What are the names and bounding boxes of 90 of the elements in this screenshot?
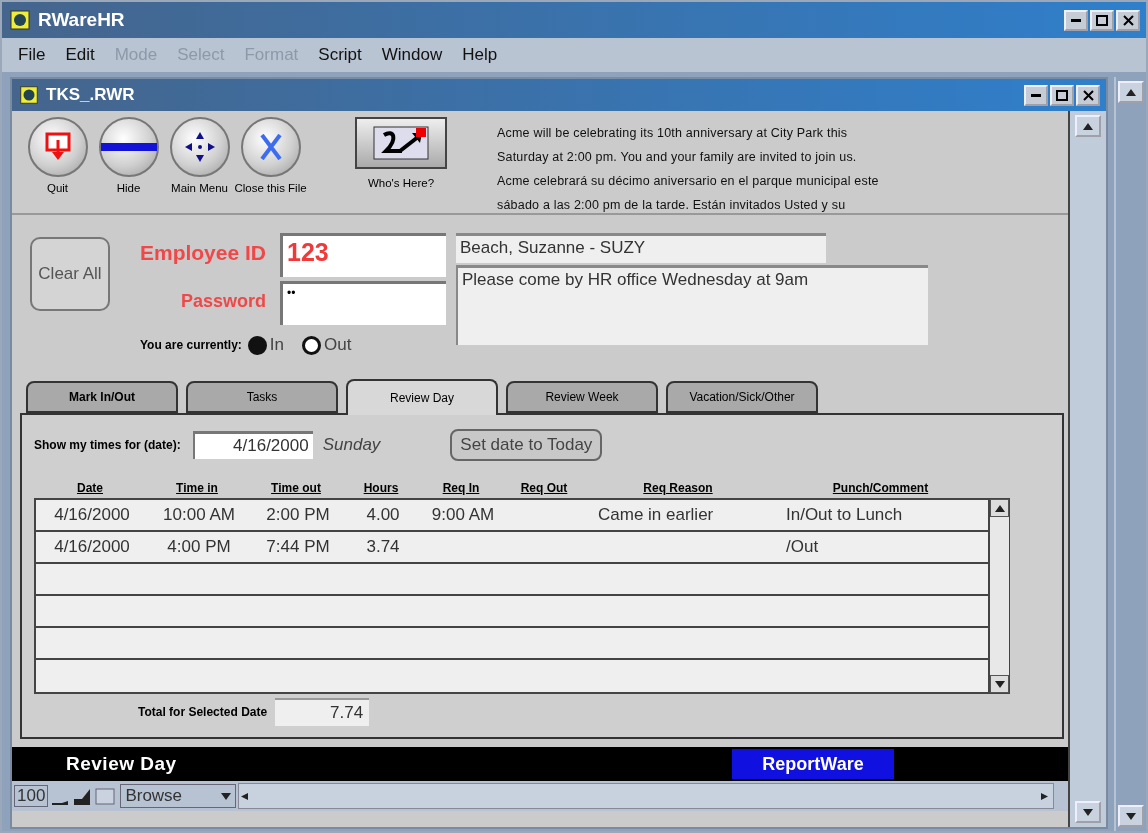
table-cell-text: 3.74 [365, 537, 401, 557]
close-icon [1122, 14, 1134, 26]
field-label: Password [180, 291, 266, 313]
scroll-right-icon [1041, 792, 1051, 800]
date-label: Show my times for (date): [34, 438, 181, 452]
column-header: Req Out [520, 481, 568, 495]
maximize-icon [1056, 89, 1068, 101]
tab[interactable]: Vacation/Sick/Other [666, 381, 818, 413]
column-header: Punch/Comment [832, 481, 929, 495]
horizontal-scrollbar[interactable] [238, 783, 1054, 809]
minimize-icon [1071, 18, 1081, 22]
app-logo-icon [8, 8, 32, 32]
close-button[interactable] [1076, 84, 1100, 106]
table-cell-text: 4/16/2000 [53, 537, 131, 557]
table-cell-text: 7:44 PM [265, 537, 331, 557]
minimize-button[interactable] [1064, 9, 1088, 31]
close-icon [259, 134, 282, 160]
document-logo-icon [18, 84, 40, 106]
column-header: Req In [442, 481, 480, 495]
mode-dropdown[interactable]: Browse [120, 784, 237, 808]
scroll-down-icon [994, 680, 1005, 688]
total-value: 7.74 [275, 698, 370, 726]
announcement-text: Acme will be celebrating its 10th anniversary at City Park this Saturday at 2:00 pm. You and your family are invited to join us. Acme celebrará su décimo aniversario en el parque municipal este sábado a las 2:00 pm de la tarde. Están invitados Usted y su [497, 125, 879, 214]
table-cell-text: 9:00 AM [430, 505, 496, 525]
tab[interactable]: Tasks [186, 381, 338, 413]
menu-item[interactable]: Window [381, 45, 443, 65]
maximize-button[interactable] [1090, 9, 1114, 31]
scroll-down-icon [1126, 812, 1136, 820]
column-header: Req Reason [643, 481, 713, 495]
tab[interactable]: Review Day [346, 379, 498, 415]
maximize-icon [1096, 14, 1108, 26]
table-cell-text: /Out [785, 537, 820, 557]
exit-arrow-icon [44, 132, 71, 162]
table-cell-text: 4.00 [365, 505, 401, 525]
vertical-scrollbar[interactable] [1068, 111, 1106, 827]
column-header: Time out [271, 481, 321, 495]
table-cell-text: Came in earlier [597, 505, 715, 525]
menu-item[interactable]: File [18, 45, 46, 65]
table-cell-text: 2:00 PM [265, 505, 331, 525]
maximize-button[interactable] [1050, 84, 1074, 106]
outer-scrollbar[interactable] [1114, 77, 1146, 831]
close-button[interactable] [1116, 9, 1140, 31]
status-label: You are currently: [140, 338, 242, 352]
whos-here-label: Who's Here? [366, 176, 436, 191]
four-arrows-icon [184, 132, 215, 162]
message-box: Please come by HR office Wednesday at 9am [456, 265, 928, 345]
scroll-up-icon [994, 504, 1005, 512]
view-title: Review Day [66, 753, 177, 775]
window-title: RWareHR [38, 9, 126, 31]
weekday-text: Sunday [322, 435, 381, 455]
scroll-down-icon [1083, 808, 1093, 816]
field-label: Employee ID [139, 241, 266, 266]
scroll-up-icon [1126, 88, 1136, 96]
radio-button[interactable] [302, 335, 321, 355]
tab[interactable]: Review Week [506, 381, 658, 413]
employee-name-field: Beach, Suzanne - SUZY [456, 233, 826, 263]
menu-item[interactable]: Script [318, 45, 362, 65]
set-today-button[interactable]: Set date to Today [450, 429, 603, 461]
minimize-icon [1031, 93, 1041, 97]
window-title: TKS_.RWR [46, 85, 136, 105]
minus-icon [100, 142, 157, 152]
close-icon [1082, 89, 1094, 101]
radio-label: In [269, 335, 284, 355]
whos-here-button[interactable] [355, 117, 447, 169]
menu-item[interactable]: Help [462, 45, 498, 65]
caret-icon [221, 792, 232, 800]
password-field[interactable]: •• [280, 281, 446, 325]
tab[interactable]: Mark In/Out [26, 381, 178, 413]
table-cell-text: In/Out to Lunch [785, 505, 904, 525]
total-label: Total for Selected Date [138, 705, 268, 719]
column-header: Time in [176, 481, 218, 495]
scroll-up-icon [1083, 122, 1093, 130]
clear-all-button[interactable]: Clear All [30, 237, 110, 311]
column-header: Hours [363, 481, 399, 495]
toolbar-label: Quit [45, 181, 70, 196]
zoom-level[interactable]: 100 [14, 785, 49, 807]
table-cell-text: 4:00 PM [166, 537, 232, 557]
minimize-button[interactable] [1024, 84, 1048, 106]
toolbar-label: Hide [115, 181, 142, 196]
column-header: Date [77, 481, 103, 495]
toolbar-label: Close this File [233, 181, 308, 196]
menu-item[interactable]: Edit [65, 45, 95, 65]
employee-id-field[interactable]: 123 [280, 233, 446, 277]
table-cell-text: 10:00 AM [162, 505, 236, 525]
table-cell-text: 4/16/2000 [53, 505, 131, 525]
radio-label: Out [324, 335, 352, 355]
date-field[interactable]: 4/16/2000 [192, 431, 313, 459]
brand-label: ReportWare [732, 749, 894, 779]
radio-button[interactable] [247, 335, 267, 355]
scrollbar[interactable] [990, 498, 1010, 694]
